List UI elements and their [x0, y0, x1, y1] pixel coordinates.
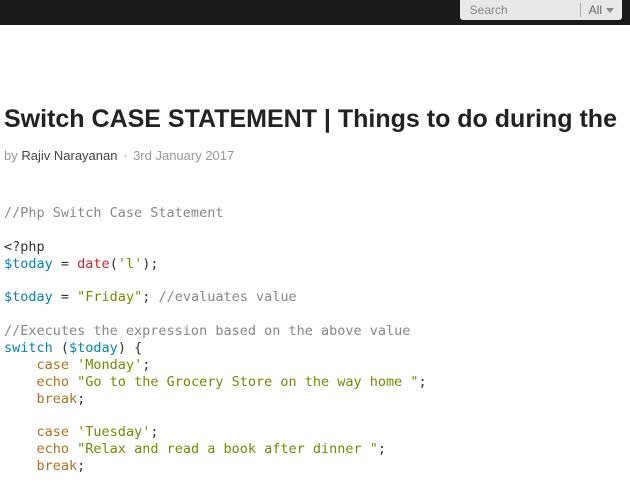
- code-semi: ;: [142, 357, 150, 373]
- code-keyword: case: [37, 357, 70, 373]
- code-comment: //evaluates value: [158, 289, 296, 305]
- code-variable: $today: [4, 289, 53, 305]
- code-string: 'l': [118, 256, 142, 272]
- code-variable: $today: [69, 340, 118, 356]
- code-semi: ;: [77, 391, 85, 407]
- code-function: date: [77, 256, 110, 272]
- filter-label: All: [589, 3, 602, 17]
- search-container: All: [460, 0, 622, 20]
- code-op: =: [53, 289, 77, 305]
- code-string: "Friday": [77, 289, 142, 305]
- code-token: <?php: [4, 239, 45, 255]
- header-bar: All: [0, 0, 630, 25]
- code-semi: ;: [77, 458, 85, 474]
- code-indent: [4, 424, 37, 440]
- code-indent: [4, 357, 37, 373]
- code-keyword: echo: [37, 441, 70, 457]
- code-space: [69, 424, 77, 440]
- code-comment: //Php Switch Case Statement: [4, 205, 223, 221]
- search-input[interactable]: [460, 0, 580, 20]
- code-string: "Go to the Grocery Store on the way home…: [77, 374, 418, 390]
- article-meta: by Rajiv Narayanan · 3rd January 2017: [0, 148, 630, 163]
- code-keyword: case: [37, 424, 70, 440]
- code-block: //Php Switch Case Statement <?php $today…: [0, 205, 630, 475]
- code-semi: ;: [150, 424, 158, 440]
- page-title: Switch CASE STATEMENT | Things to do dur…: [0, 105, 630, 134]
- code-paren: (: [53, 340, 69, 356]
- code-semi: ;: [378, 441, 386, 457]
- code-keyword: switch: [4, 340, 53, 356]
- code-keyword: break: [37, 391, 78, 407]
- code-keyword: break: [37, 458, 78, 474]
- code-indent: [4, 458, 37, 474]
- code-op: =: [53, 256, 77, 272]
- code-space: [69, 374, 77, 390]
- spacer: [0, 25, 630, 105]
- chevron-down-icon: [606, 8, 614, 13]
- filter-dropdown[interactable]: All: [581, 3, 622, 17]
- code-string: 'Tuesday': [77, 424, 150, 440]
- code-space: [69, 357, 77, 373]
- code-paren: (: [110, 256, 118, 272]
- author-name[interactable]: Rajiv Narayanan: [21, 148, 117, 163]
- code-semi: ;: [142, 289, 158, 305]
- publish-date: 3rd January 2017: [133, 148, 234, 163]
- code-paren: ) {: [118, 340, 142, 356]
- by-label: by: [4, 148, 18, 163]
- code-indent: [4, 391, 37, 407]
- code-variable: $today: [4, 256, 53, 272]
- code-semi: ;: [419, 374, 427, 390]
- code-indent: [4, 441, 37, 457]
- code-space: [69, 441, 77, 457]
- code-paren: );: [142, 256, 158, 272]
- code-keyword: echo: [37, 374, 70, 390]
- code-string: "Relax and read a book after dinner ": [77, 441, 378, 457]
- code-comment: //Executes the expression based on the a…: [4, 323, 410, 339]
- separator-dot: ·: [123, 148, 127, 163]
- code-string: 'Monday': [77, 357, 142, 373]
- code-indent: [4, 374, 37, 390]
